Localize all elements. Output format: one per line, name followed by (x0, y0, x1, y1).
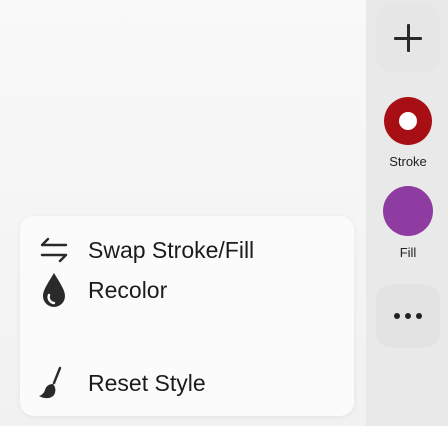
add-button[interactable] (376, 4, 440, 72)
brush-icon (34, 363, 74, 403)
more-options-button[interactable] (376, 284, 440, 348)
fill-label: Fill (399, 245, 417, 260)
fill-color-well[interactable]: Fill (380, 182, 436, 262)
dot (405, 313, 411, 319)
menu-item-label: Reset Style (88, 369, 206, 396)
plus-icon (394, 24, 422, 52)
menu-item-label: Recolor (88, 276, 168, 303)
stroke-label: Stroke (389, 154, 427, 169)
dot (394, 313, 400, 319)
stroke-swatch-center (399, 112, 417, 130)
fill-swatch[interactable] (383, 186, 433, 236)
canvas-area: Stroke Fill Swap Stroke/Fill Recolor Res… (0, 0, 448, 426)
droplet-icon (34, 270, 74, 310)
ellipsis-icon (394, 313, 422, 319)
stroke-color-well[interactable]: Stroke (380, 86, 436, 174)
dot (416, 313, 422, 319)
style-menu: Swap Stroke/Fill Recolor Reset Style (20, 216, 354, 416)
stroke-swatch[interactable] (384, 97, 432, 145)
menu-item-recolor[interactable]: Recolor (20, 260, 354, 320)
menu-item-reset-style[interactable]: Reset Style (20, 353, 354, 413)
